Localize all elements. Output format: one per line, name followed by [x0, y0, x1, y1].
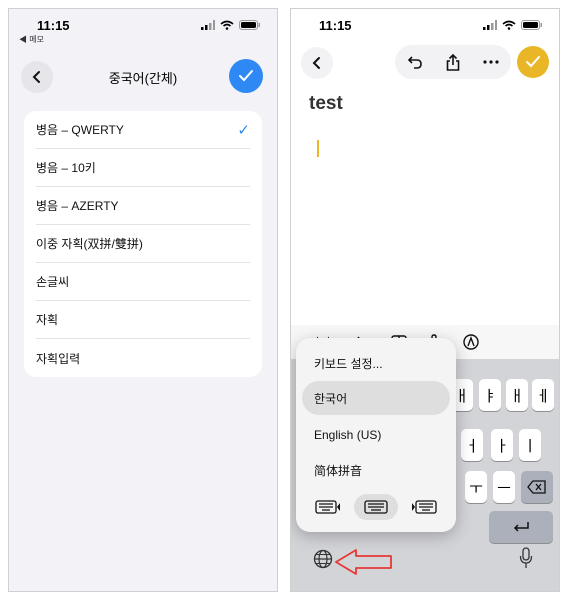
keyboard-left-button[interactable]: [306, 494, 350, 520]
delete-key[interactable]: [521, 471, 553, 503]
input-source-korean[interactable]: 한국어: [302, 381, 450, 415]
battery-icon: [239, 20, 260, 30]
keyboard-position-options: [306, 493, 446, 521]
layout-option-label: 이중 자획(双拼/雙拼): [36, 237, 143, 251]
back-to-app-link[interactable]: ◀ 메모: [19, 34, 44, 45]
key[interactable]: ㅣ: [519, 429, 541, 461]
layout-option[interactable]: 손글씨: [36, 263, 250, 301]
chevron-left-icon: [312, 57, 320, 69]
return-key[interactable]: [489, 511, 553, 543]
battery-icon: [521, 20, 542, 30]
status-time: 11:15: [319, 18, 352, 33]
confirm-button[interactable]: [229, 59, 263, 93]
selected-check-icon: ✓: [237, 121, 250, 139]
left-phone-screen: 11:15 ◀ 메모 중국어(간체) 병음 – QWERTY ✓ 병음 – 10키…: [8, 8, 278, 592]
layout-option-label: 병음 – QWERTY: [36, 123, 124, 137]
input-source-english[interactable]: English (US): [302, 418, 450, 452]
right-phone-screen: 11:15 test 가가 ㅐ ㅑ ㅐ ㅔ ㅓ ㅏ: [290, 8, 560, 592]
layout-option[interactable]: 자획입력: [36, 339, 250, 377]
microphone-icon[interactable]: [519, 547, 533, 569]
layout-option-label: 손글씨: [36, 275, 70, 289]
layout-list: 병음 – QWERTY ✓ 병음 – 10키 병음 – AZERTY 이중 자획(…: [24, 111, 262, 377]
globe-icon[interactable]: [313, 549, 333, 569]
input-source-pinyin[interactable]: 简体拼音: [302, 453, 450, 487]
layout-option[interactable]: 자획: [36, 301, 250, 339]
keyboard-left-icon: [315, 500, 340, 514]
keyboard-center-button[interactable]: [354, 494, 398, 520]
more-icon[interactable]: [483, 60, 499, 64]
checkmark-icon: [526, 56, 540, 68]
key[interactable]: ㅡ: [493, 471, 515, 503]
layout-option-label: 자획: [36, 313, 59, 327]
key[interactable]: ㅑ: [479, 379, 501, 411]
checkmark-icon: [239, 70, 253, 82]
layout-option[interactable]: 이중 자획(双拼/雙拼): [36, 225, 250, 263]
toolbar-action-group: [395, 45, 511, 79]
wifi-icon: [220, 20, 234, 30]
keyboard-full-icon: [364, 500, 388, 514]
status-bar: 11:15 ◀ 메모: [9, 9, 277, 45]
keyboard-settings-item[interactable]: 키보드 설정...: [302, 346, 450, 380]
layout-option[interactable]: 병음 – 10키: [36, 149, 250, 187]
back-button[interactable]: [301, 47, 333, 79]
status-icons: [483, 20, 543, 30]
layout-option-label: 병음 – 10키: [36, 161, 96, 175]
layout-option[interactable]: 병음 – QWERTY ✓: [36, 111, 250, 149]
status-bar: 11:15: [291, 9, 559, 43]
keyboard-right-icon: [412, 500, 437, 514]
status-icons: [201, 20, 261, 30]
layout-option[interactable]: 병음 – AZERTY: [36, 187, 250, 225]
undo-icon[interactable]: [407, 55, 423, 69]
share-icon[interactable]: [446, 53, 460, 71]
key[interactable]: ㅓ: [461, 429, 483, 461]
wifi-icon: [502, 20, 516, 30]
input-source-menu: 키보드 설정... 한국어 English (US) 简体拼音: [296, 338, 456, 532]
key[interactable]: ㅔ: [532, 379, 554, 411]
text-cursor: [317, 140, 319, 157]
layout-option-label: 자획입력: [36, 351, 81, 366]
layout-option-label: 병음 – AZERTY: [36, 199, 119, 213]
markup-icon[interactable]: [463, 334, 479, 350]
return-icon: [513, 522, 529, 532]
key[interactable]: ㅜ: [465, 471, 487, 503]
status-time: 11:15: [37, 18, 70, 33]
note-title[interactable]: test: [309, 93, 343, 115]
signal-icon: [483, 20, 497, 30]
done-button[interactable]: [517, 46, 549, 78]
signal-icon: [201, 20, 215, 30]
delete-backspace-icon: [527, 480, 546, 494]
key[interactable]: ㅐ: [506, 379, 528, 411]
keyboard-layout-sheet: 중국어(간체) 병음 – QWERTY ✓ 병음 – 10키 병음 – AZERT…: [9, 49, 277, 591]
annotation-arrow: [335, 549, 392, 575]
keyboard-right-button[interactable]: [402, 494, 446, 520]
key[interactable]: ㅏ: [491, 429, 513, 461]
